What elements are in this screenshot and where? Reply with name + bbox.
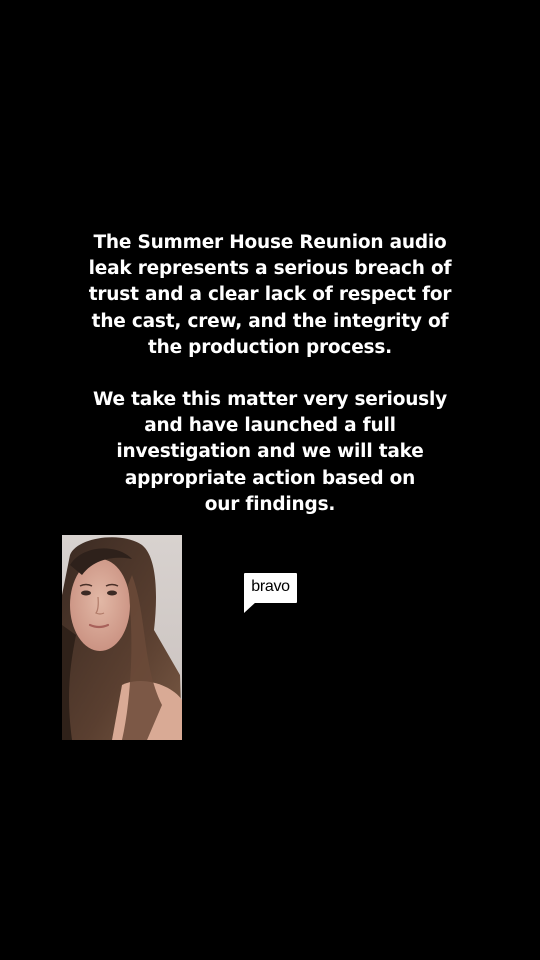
statement-paragraph-1: The Summer House Reunion audio leak repr… bbox=[40, 230, 500, 361]
statement-line: trust and a clear lack of respect for bbox=[88, 284, 452, 306]
bravo-logo: bravo bbox=[244, 573, 298, 615]
person-video-image bbox=[62, 535, 182, 740]
statement-line: leak represents a serious breach of bbox=[88, 258, 452, 280]
webcam-overlay bbox=[62, 535, 182, 740]
video-frame: { "statement": { "paragraph1_lines": [ "… bbox=[0, 0, 540, 960]
statement-line: The Summer House Reunion audio bbox=[93, 232, 447, 253]
statement-line: We take this matter very seriously bbox=[93, 389, 447, 411]
statement-line: investigation and we will take bbox=[116, 441, 424, 463]
statement-line: appropriate action based on bbox=[124, 467, 416, 489]
statement-text: The Summer House Reunion audio leak repr… bbox=[40, 230, 500, 518]
statement-line: and have launched a full bbox=[144, 415, 396, 437]
statement-line: our findings. bbox=[204, 493, 336, 515]
logo-text: bravo bbox=[251, 578, 290, 595]
statement-paragraph-2: We take this matter very seriously and h… bbox=[40, 387, 500, 518]
logo-bubble-tail bbox=[244, 602, 256, 613]
statement-line: the production process. bbox=[147, 336, 392, 358]
statement-line: the cast, crew, and the integrity of bbox=[91, 310, 449, 332]
